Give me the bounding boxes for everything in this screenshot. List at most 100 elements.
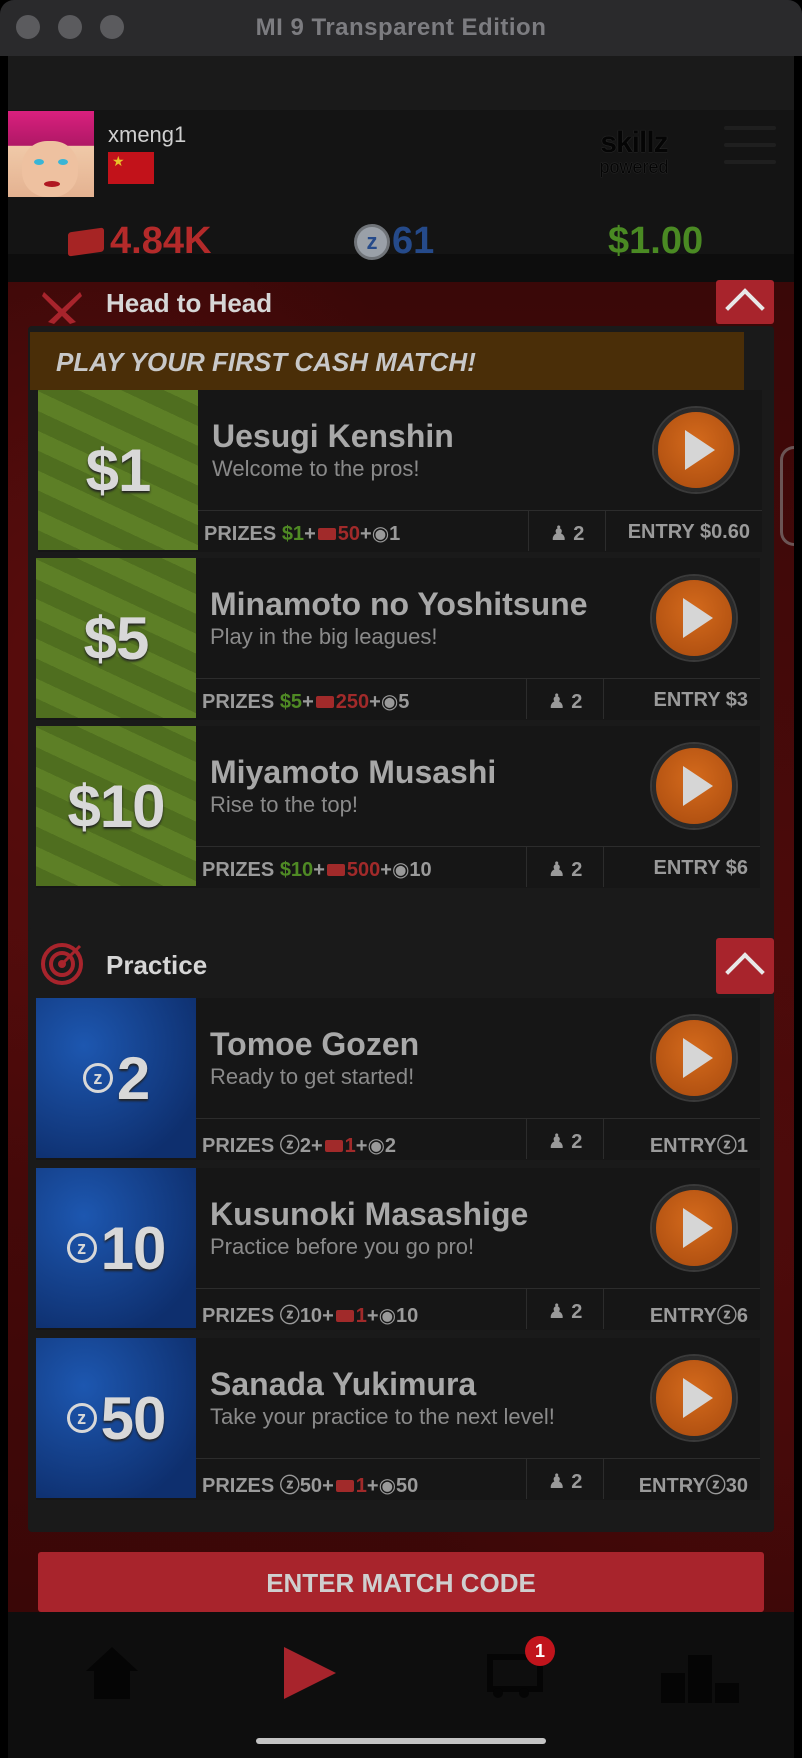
prize-tickets: 1 (355, 1305, 367, 1327)
cash-thumbnail: $1 (38, 390, 198, 550)
play-icon (284, 1647, 336, 1699)
window-titlebar: MI 9 Transparent Edition (0, 0, 802, 56)
cash-thumbnail: $5 (36, 558, 196, 718)
prize-cash: $5 (279, 691, 303, 713)
match-name: Kusunoki Masashige (210, 1196, 529, 1232)
player-count: ♟ 2 (526, 847, 604, 887)
avatar[interactable] (8, 111, 94, 197)
practice-header: Practice (28, 930, 774, 996)
tab-store[interactable]: 1 (468, 1636, 555, 1708)
avatar-eye-right (58, 159, 68, 165)
edge-swipe-indicator (780, 446, 794, 546)
window-controls[interactable] (16, 15, 124, 39)
prize-tickets: 50 (337, 523, 360, 545)
medal-icon: ◉ (391, 859, 410, 881)
player-count: ♟ 2 (526, 1289, 604, 1329)
entry-z: 6 (736, 1305, 748, 1327)
prizes-info: PRIZES $5+ 250+◉5 (202, 691, 410, 713)
match-description: Ready to get started! (210, 1064, 415, 1089)
z-balance[interactable]: z 61 (354, 220, 434, 263)
prize-tickets: 250 (335, 691, 370, 713)
cash-thumbnail: $10 (36, 726, 196, 886)
collapse-practice-button[interactable] (716, 938, 774, 994)
medal-icon: ◉ (380, 691, 399, 713)
practice-thumbnail: z2 (36, 998, 196, 1158)
person-icon: ♟ (547, 691, 572, 713)
ticket-balance[interactable]: 4.84K (68, 220, 211, 263)
prizes-label: PRIZES (202, 691, 275, 713)
tab-home[interactable] (72, 1638, 152, 1708)
person-icon: ♟ (547, 859, 572, 881)
close-window-button[interactable] (16, 15, 40, 39)
play-button[interactable] (652, 1186, 736, 1270)
avatar-lips (44, 181, 60, 187)
minimize-window-button[interactable] (58, 15, 82, 39)
entry-fee: ENTRYⓩ30 (638, 1475, 748, 1497)
play-button[interactable] (652, 1356, 736, 1440)
ticket-icon (324, 1140, 343, 1152)
entry-label: ENTRY (638, 1475, 706, 1497)
person-icon: ♟ (547, 1301, 572, 1323)
medal-icon: ◉ (371, 523, 390, 545)
crossed-swords-icon (42, 292, 82, 324)
prize-z: 10 (299, 1305, 323, 1327)
cash-amount-label: $1 (85, 436, 152, 504)
cash-match-card[interactable]: $1 Uesugi Kenshin Welcome to the pros! PRIZ… (38, 390, 762, 552)
play-button[interactable] (652, 1016, 736, 1100)
tab-leaderboard[interactable] (660, 1638, 740, 1708)
prize-medals: 10 (409, 859, 432, 881)
cash-balance[interactable]: $1.00 (608, 220, 703, 263)
players-value: 2 (571, 1471, 583, 1493)
prize-medals: 2 (384, 1135, 397, 1157)
ticket-icon (317, 528, 336, 540)
home-indicator[interactable] (256, 1738, 546, 1744)
cart-icon: 1 (479, 1636, 555, 1698)
play-button[interactable] (654, 408, 738, 492)
skillz-logo-word: skillz (600, 126, 668, 159)
person-icon: ♟ (547, 1471, 572, 1493)
entry-fee: ENTRY $6 (653, 857, 748, 879)
match-name: Minamoto no Yoshitsune (210, 586, 588, 622)
app-screen: xmeng1 skillz powered 4.84K z 61 $1.00 H… (8, 56, 794, 1758)
practice-thumbnail: z 10 (36, 1168, 196, 1328)
practice-match-card[interactable]: z 2 Tomoe Gozen Ready to get started! PRIZES… (36, 998, 760, 1160)
medal-icon: ◉ (378, 1475, 397, 1497)
collapse-head-to-head-button[interactable] (716, 280, 774, 324)
match-footer: PRIZES $5+ 250+◉5 ♟ 2 ENTRY $3 (196, 678, 760, 719)
player-count: ♟ 2 (526, 679, 604, 719)
match-description: Play in the big leagues! (210, 624, 438, 649)
practice-match-card[interactable]: z 10 Kusunoki Masashige Practice before you… (36, 1168, 760, 1330)
players-value: 2 (573, 523, 585, 545)
cash-amount-label: $5 (83, 604, 150, 672)
entry-fee: ENTRYⓩ1 (649, 1135, 748, 1157)
entry-z: 30 (725, 1475, 748, 1497)
practice-match-card[interactable]: z 50 Sanada Yukimura Take your practice to … (36, 1338, 760, 1500)
z-count: 61 (392, 220, 435, 262)
players-value: 2 (571, 1131, 583, 1153)
entry-label: ENTRY (649, 1305, 717, 1327)
play-button[interactable] (652, 744, 736, 828)
entry-fee: ENTRYⓩ6 (649, 1305, 748, 1327)
cash-match-card[interactable]: $5 Minamoto no Yoshitsune Play in the big … (36, 558, 760, 720)
prize-tickets: 1 (344, 1135, 356, 1157)
match-name: Miyamoto Musashi (210, 754, 497, 790)
person-icon: ♟ (547, 1131, 572, 1153)
cash-match-card[interactable]: $10 Miyamoto Musashi Rise to the top! PRIZE… (36, 726, 760, 888)
play-button[interactable] (652, 576, 736, 660)
enter-match-code-button[interactable]: ENTER MATCH CODE (38, 1552, 764, 1612)
target-icon (41, 943, 83, 985)
match-name: Tomoe Gozen (210, 1026, 420, 1062)
tab-play[interactable] (270, 1638, 350, 1708)
zoom-window-button[interactable] (100, 15, 124, 39)
menu-icon[interactable] (724, 126, 776, 166)
prize-z: 50 (299, 1475, 323, 1497)
prizes-label: PRIZES (202, 1475, 275, 1497)
player-count: ♟ 2 (526, 1119, 604, 1159)
avatar-face (22, 141, 78, 197)
skillz-logo-sub: powered (599, 157, 669, 177)
z-coin-icon: z (66, 1233, 97, 1263)
prize-medals: 10 (396, 1305, 419, 1327)
z-coin-icon: z (66, 1403, 97, 1433)
prizes-info: PRIZES $1+ 50+◉1 (204, 523, 401, 545)
prize-medals: 1 (389, 523, 401, 545)
